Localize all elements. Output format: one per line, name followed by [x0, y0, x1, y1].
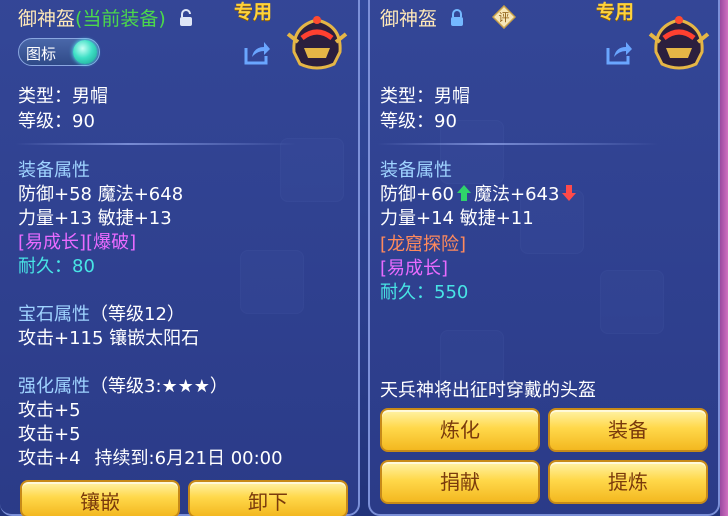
exclusive-label: 专用	[234, 1, 273, 23]
share-icon[interactable]	[604, 40, 632, 66]
share-icon[interactable]	[242, 40, 270, 66]
item-level: 等级：90	[18, 111, 95, 132]
rating-badge-icon[interactable]: 评	[492, 5, 516, 29]
special-tags: [易成长][爆破]	[18, 232, 137, 253]
enhance-line-2: 攻击+5	[18, 424, 81, 445]
item-title: 御神盔	[380, 4, 465, 31]
durability-value: 80	[72, 256, 95, 277]
durability-label: 耐久：	[18, 256, 72, 277]
durability: 耐久：550	[380, 282, 468, 304]
divider	[16, 143, 296, 145]
enhance-header: 强化属性（等级3:★★★）	[18, 376, 228, 398]
rating-badge-text: 评	[499, 11, 510, 24]
arrow-up-icon	[457, 185, 471, 201]
enhance-line-3: 攻击+4 持续到:6月21日 00:00	[18, 448, 283, 470]
durability-value: 550	[434, 282, 469, 303]
unequip-button[interactable]: 卸下	[188, 480, 348, 516]
lock-closed-icon[interactable]	[449, 9, 465, 27]
gem-level: （等级12）	[90, 304, 185, 325]
divider	[378, 143, 658, 145]
attr-header: 装备属性	[380, 160, 452, 181]
item-level: 等级：90	[380, 111, 457, 132]
attr-line-1: 防御+60 魔法+643	[380, 184, 579, 206]
gem-header: 宝石属性（等级12）	[18, 304, 185, 326]
defense-value: 防御+60	[380, 184, 454, 205]
gem-header-label: 宝石属性	[18, 304, 90, 325]
attr-line-1: 防御+58 魔法+648	[18, 184, 184, 205]
extract-button[interactable]: 提炼	[548, 460, 708, 504]
current-equipment-panel: 御神盔(当前装备) 专用 图标 类型：男帽 等级：90 装备属性 防御+58 魔…	[0, 0, 360, 516]
helmet-icon	[648, 16, 710, 70]
item-type: 类型：男帽	[18, 86, 108, 107]
arrow-down-icon	[562, 185, 577, 201]
item-name: 御神盔	[18, 8, 76, 30]
gem-line: 攻击+115 镶嵌太阳石	[18, 328, 200, 349]
toggle-label: 图标	[26, 45, 57, 63]
item-type: 类型：男帽	[380, 86, 470, 107]
special-tag-1: [龙窟探险]	[380, 234, 467, 255]
side-edge	[720, 0, 728, 516]
attr-line-2: 力量+14 敏捷+11	[380, 208, 534, 229]
item-name: 御神盔	[380, 8, 438, 30]
item-description: 天兵神将出征时穿戴的头盔	[380, 380, 596, 401]
lock-open-icon[interactable]	[178, 9, 194, 27]
enhance-level: （等级3:★★★）	[90, 376, 228, 397]
compare-equipment-panel: 御神盔 评 专用 类型：男帽 等级：90 装备属性 防御+60 魔法+643 力…	[368, 0, 720, 516]
inlay-button[interactable]: 镶嵌	[20, 480, 180, 516]
donate-button[interactable]: 捐献	[380, 460, 540, 504]
enhance-expiry: 持续到:6月21日 00:00	[94, 448, 283, 469]
equip-button[interactable]: 装备	[548, 408, 708, 452]
enhance-header-label: 强化属性	[18, 376, 90, 397]
enhance-line-3-stat: 攻击+4	[18, 448, 81, 469]
durability-label: 耐久：	[380, 282, 434, 303]
equipped-status: (当前装备)	[75, 8, 166, 30]
enhance-line-1: 攻击+5	[18, 400, 81, 421]
helmet-icon	[286, 16, 348, 70]
special-tag-2: [易成长]	[380, 258, 449, 279]
exclusive-label: 专用	[596, 1, 635, 23]
item-title: 御神盔(当前装备)	[18, 4, 194, 31]
magic-value: 魔法+643	[474, 184, 560, 205]
toggle-knob[interactable]	[73, 40, 97, 64]
attr-header: 装备属性	[18, 160, 90, 181]
refine-button[interactable]: 炼化	[380, 408, 540, 452]
attr-line-2: 力量+13 敏捷+13	[18, 208, 172, 229]
durability: 耐久：80	[18, 256, 95, 278]
icon-toggle[interactable]: 图标	[18, 38, 100, 66]
